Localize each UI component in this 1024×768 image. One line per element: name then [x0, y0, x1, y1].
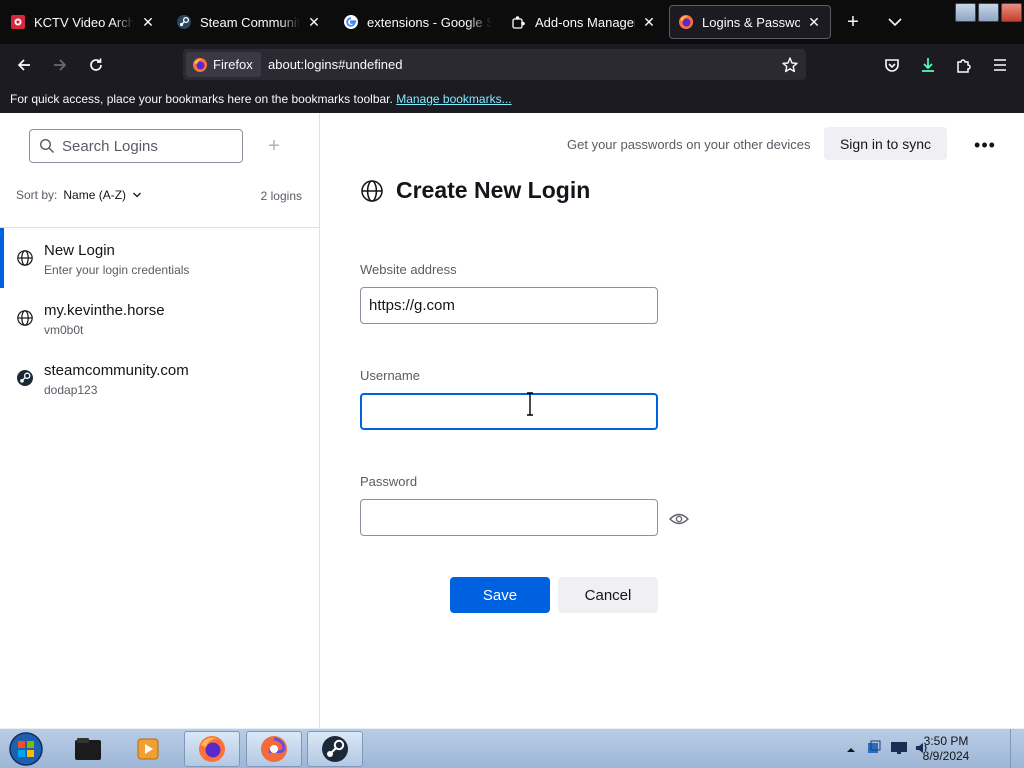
login-detail-panel: Get your passwords on your other devices…	[321, 113, 1024, 728]
window-close-button[interactable]	[1001, 3, 1022, 22]
file-explorer-icon[interactable]	[60, 731, 116, 767]
bookmarks-hint: For quick access, place your bookmarks h…	[10, 92, 393, 106]
tab-title: extensions - Google Search	[367, 14, 492, 30]
back-arrow-icon[interactable]	[10, 51, 38, 79]
sort-control[interactable]: Sort by: Name (A-Z)	[16, 188, 142, 202]
tab-addons[interactable]: Add-ons Manager ✕	[503, 5, 665, 39]
windows-start-button[interactable]	[6, 731, 46, 767]
sign-in-to-sync-button[interactable]: Sign in to sync	[824, 127, 947, 160]
password-field[interactable]	[360, 499, 658, 536]
clock-time: 3:50 PM	[923, 734, 969, 748]
add-login-plus-icon[interactable]: +	[257, 129, 291, 163]
steam-icon	[16, 369, 34, 387]
url-text[interactable]: about:logins#undefined	[268, 57, 402, 72]
login-subtitle: vm0b0t	[44, 323, 84, 337]
show-password-eye-icon[interactable]	[669, 508, 689, 530]
username-field[interactable]	[360, 393, 658, 430]
login-title: New Login	[44, 242, 115, 259]
app-menu-hamburger-icon[interactable]	[986, 51, 1014, 79]
login-list-item-new-login[interactable]: New Login Enter your login credentials	[0, 228, 319, 288]
search-input[interactable]	[62, 136, 232, 156]
identity-label: Firefox	[213, 57, 253, 72]
pocket-icon[interactable]	[878, 51, 906, 79]
sync-promo-text: Get your passwords on your other devices	[567, 137, 811, 152]
media-player-icon[interactable]	[120, 731, 176, 767]
chevron-down-icon	[132, 189, 142, 199]
sort-select[interactable]: Name (A-Z)	[63, 188, 126, 202]
close-tab-icon[interactable]: ✕	[306, 14, 322, 30]
login-list: New Login Enter your login credentials m…	[0, 227, 319, 408]
steam-icon	[176, 14, 192, 30]
firefox-icon	[192, 57, 208, 73]
network-icon[interactable]	[866, 740, 882, 761]
kctv-icon	[10, 14, 26, 30]
login-subtitle: Enter your login credentials	[44, 263, 190, 277]
tab-title: Logins & Passwords	[702, 14, 800, 30]
page-title: Create New Login	[396, 177, 591, 203]
window-minimize-button[interactable]	[955, 3, 976, 22]
login-count: 2 logins	[260, 189, 302, 203]
tab-title: KCTV Video Archive	[34, 14, 134, 30]
username-label: Username	[360, 368, 420, 383]
forward-arrow-icon[interactable]	[46, 51, 74, 79]
identity-box[interactable]: Firefox	[186, 52, 261, 77]
bookmarks-toolbar: For quick access, place your bookmarks h…	[0, 86, 1024, 113]
cancel-button[interactable]: Cancel	[558, 577, 658, 613]
globe-icon	[16, 249, 34, 267]
save-button[interactable]: Save	[450, 577, 550, 613]
google-icon	[343, 14, 359, 30]
tab-kctv[interactable]: KCTV Video Archive ✕	[2, 5, 164, 39]
website-address-label: Website address	[360, 262, 457, 277]
tab-title: Steam Community ::	[200, 14, 300, 30]
text-cursor-icon	[525, 392, 535, 416]
login-title: steamcommunity.com	[44, 362, 189, 379]
close-tab-icon[interactable]: ✕	[641, 14, 657, 30]
password-label: Password	[360, 474, 418, 489]
close-tab-icon[interactable]: ✕	[806, 14, 822, 30]
downloads-icon[interactable]	[914, 51, 942, 79]
more-options-menu-icon[interactable]: •••	[971, 131, 999, 159]
puzzle-icon	[511, 14, 527, 30]
firefox-icon	[678, 14, 694, 30]
display-icon[interactable]	[890, 740, 908, 761]
reload-icon[interactable]	[82, 51, 110, 79]
show-hidden-icons-chevron-icon[interactable]	[846, 742, 856, 760]
tab-google[interactable]: extensions - Google Search	[335, 5, 500, 39]
search-icon	[39, 138, 55, 154]
login-subtitle: dodap123	[44, 383, 98, 397]
login-list-item-kevinthe-horse[interactable]: my.kevinthe.horse vm0b0t	[0, 288, 319, 348]
globe-icon	[16, 309, 34, 327]
tab-steam[interactable]: Steam Community :: ✕	[168, 5, 330, 39]
steam-taskbar-icon[interactable]	[307, 731, 363, 767]
sort-label: Sort by:	[16, 188, 58, 202]
windows-taskbar: 3:50 PM 8/9/2024	[0, 728, 1024, 768]
close-tab-icon[interactable]: ✕	[140, 14, 156, 30]
tab-title: Add-ons Manager	[535, 14, 635, 30]
window-maximize-button[interactable]	[978, 3, 999, 22]
show-desktop-button[interactable]	[1010, 729, 1024, 768]
extensions-puzzle-icon[interactable]	[950, 51, 978, 79]
manage-bookmarks-link[interactable]: Manage bookmarks...	[396, 92, 511, 106]
bookmark-star-icon[interactable]	[778, 53, 802, 77]
new-tab-button[interactable]: +	[842, 11, 864, 33]
tab-logins[interactable]: Logins & Passwords ✕	[669, 5, 831, 39]
login-title: my.kevinthe.horse	[44, 302, 165, 319]
logins-sidebar: + Sort by: Name (A-Z) 2 logins New Login …	[0, 113, 320, 728]
globe-icon	[360, 179, 384, 203]
login-list-item-steamcommunity[interactable]: steamcommunity.com dodap123	[0, 348, 319, 408]
clock-date: 8/9/2024	[922, 749, 970, 763]
firefox-taskbar-icon[interactable]	[184, 731, 240, 767]
website-address-field[interactable]	[360, 287, 658, 324]
taskbar-clock[interactable]: 3:50 PM 8/9/2024	[920, 734, 972, 764]
tab-strip: KCTV Video Archive ✕ Steam Community :: …	[0, 0, 1024, 44]
list-tabs-chevron-icon[interactable]	[884, 11, 906, 33]
search-logins-box[interactable]	[29, 129, 243, 163]
browser-swirl-taskbar-icon[interactable]	[246, 731, 302, 767]
